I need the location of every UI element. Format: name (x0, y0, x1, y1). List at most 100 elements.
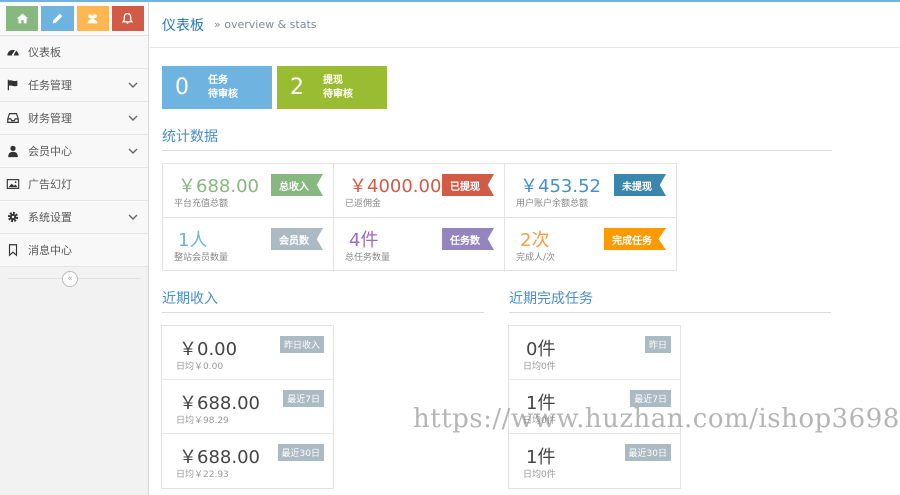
sidebar-collapse-bar: « (0, 267, 148, 291)
sidebar-item-slides[interactable]: 广告幻灯 (0, 168, 148, 201)
pending-tasks-tile[interactable]: 0 任务待审核 (162, 66, 272, 109)
sidebar: 仪表板 任务管理 财务管理 会员中心 广告幻灯 系统设置 消息中心 « (0, 2, 149, 495)
chevron-down-icon (128, 115, 138, 121)
row-badge: 昨日收入 (279, 336, 324, 353)
row-value: 0件 (526, 339, 556, 360)
stats-section-title: 统计数据 (162, 129, 218, 145)
sidebar-item-label: 任务管理 (28, 79, 72, 92)
shortcut-pencil-button[interactable] (41, 6, 74, 31)
list-item: ￥0.00 日均￥0.00 昨日收入 (162, 326, 333, 380)
row-value: ￥688.00 (179, 447, 260, 468)
stat-value: 4件 (349, 230, 379, 251)
shortcut-bell-button[interactable] (111, 6, 144, 31)
sidebar-item-label: 会员中心 (28, 145, 72, 158)
pending-withdraw-tile[interactable]: 2 提现待审核 (277, 66, 387, 109)
stat-ribbon: 总收入 (271, 174, 323, 196)
chevron-down-icon (128, 148, 138, 154)
watermark: https://www.huzhan.com/ishop36989 (413, 404, 900, 434)
row-badge: 最近7日 (283, 390, 324, 407)
row-badge: 最近30日 (277, 444, 324, 461)
users-icon (87, 14, 98, 24)
shortcut-users-button[interactable] (76, 6, 109, 31)
stat-total-income: ￥688.00 平台充值总额 总收入 (163, 164, 334, 218)
stat-not-withdrawn: ￥453.52 用户账户余额总额 未提现 (505, 164, 676, 218)
bell-icon (122, 13, 134, 25)
shortcut-home-button[interactable] (6, 6, 39, 31)
row-badge: 最近30日 (624, 444, 671, 461)
sidebar-collapse-button[interactable]: « (62, 271, 78, 287)
chevron-down-icon (128, 82, 138, 88)
sidebar-item-label: 财务管理 (28, 112, 72, 125)
sidebar-item-label: 系统设置 (28, 211, 72, 224)
list-item: 0件 日均0件 昨日 (509, 326, 680, 380)
tasks-section-rule (509, 312, 831, 313)
breadcrumb: 仪表板 » overview & stats (150, 2, 900, 48)
list-item: ￥688.00 日均￥98.29 最近7日 (162, 380, 333, 434)
sidebar-item-label: 仪表板 (28, 46, 61, 59)
inbox-icon (5, 110, 21, 126)
tile-label: 提现 待审核 (323, 74, 353, 102)
stat-value: ￥453.52 (520, 176, 601, 197)
home-icon (16, 13, 28, 24)
stat-value: 1人 (178, 230, 208, 251)
stat-caption: 完成人/次 (516, 253, 556, 263)
stat-ribbon: 任务数 (442, 228, 494, 250)
sidebar-item-label: 消息中心 (28, 244, 72, 257)
double-left-icon: « (67, 274, 73, 284)
stat-caption: 平台充值总额 (174, 199, 229, 209)
stat-ribbon: 未提现 (614, 174, 666, 196)
stat-value: ￥4000.00 (349, 176, 442, 197)
tile-label-line: 提现 (323, 74, 343, 86)
stat-completed: 2次 完成人/次 完成任务 (505, 218, 676, 272)
row-value: 1件 (526, 447, 556, 468)
row-caption: 日均￥98.29 (176, 416, 229, 426)
row-caption: 日均￥0.00 (176, 362, 224, 372)
dashboard-icon (5, 44, 21, 60)
sidebar-shortcuts (0, 2, 148, 36)
tile-label-line: 待审核 (323, 88, 353, 100)
sidebar-item-tasks[interactable]: 任务管理 (0, 69, 148, 102)
stat-value: ￥688.00 (178, 176, 259, 197)
sidebar-item-settings[interactable]: 系统设置 (0, 201, 148, 234)
tile-label-line: 任务 (208, 74, 228, 86)
tile-number: 2 (290, 75, 304, 100)
sidebar-item-label: 广告幻灯 (28, 178, 72, 191)
row-caption: 日均￥22.93 (176, 470, 229, 480)
chevron-down-icon (128, 214, 138, 220)
stat-members: 1人 整站会员数量 会员数 (163, 218, 334, 272)
bookmark-icon (5, 242, 21, 258)
sidebar-item-dashboard[interactable]: 仪表板 (0, 36, 148, 69)
row-value: ￥0.00 (179, 339, 238, 360)
flag-icon (5, 77, 21, 93)
row-caption: 日均0件 (523, 470, 556, 480)
tile-label: 任务 待审核 (208, 74, 238, 102)
picture-icon (5, 176, 21, 192)
stat-caption: 已返佣金 (345, 199, 382, 209)
row-value: ￥688.00 (179, 393, 260, 414)
sidebar-item-members[interactable]: 会员中心 (0, 135, 148, 168)
page-subtitle: » overview & stats (214, 18, 317, 31)
list-item: ￥688.00 日均￥22.93 最近30日 (162, 434, 333, 488)
stat-caption: 总任务数量 (345, 253, 391, 263)
stats-section-rule (162, 150, 832, 151)
gear-icon (5, 209, 21, 225)
stat-caption: 整站会员数量 (174, 253, 229, 263)
pencil-icon (52, 13, 63, 24)
stats-grid: ￥688.00 平台充值总额 总收入 ￥4000.00 已返佣金 已提现 ￥45… (162, 163, 677, 272)
page-subtitle-text: overview & stats (224, 18, 317, 31)
sidebar-item-finance[interactable]: 财务管理 (0, 102, 148, 135)
stat-caption: 用户账户余额总额 (516, 199, 589, 209)
page-title: 仪表板 (162, 17, 204, 34)
user-icon (5, 143, 21, 159)
income-list: ￥0.00 日均￥0.00 昨日收入 ￥688.00 日均￥98.29 最近7日… (161, 325, 334, 489)
list-item: 1件 日均0件 最近30日 (509, 434, 680, 488)
stat-ribbon: 已提现 (442, 174, 494, 196)
tile-number: 0 (175, 75, 189, 100)
row-caption: 日均0件 (523, 362, 556, 372)
tile-label-line: 待审核 (208, 88, 238, 100)
stat-tasks: 4件 总任务数量 任务数 (334, 218, 505, 272)
sidebar-item-messages[interactable]: 消息中心 (0, 234, 148, 267)
income-section-rule (162, 312, 484, 313)
stat-withdrawn: ￥4000.00 已返佣金 已提现 (334, 164, 505, 218)
stat-ribbon: 完成任务 (604, 228, 666, 250)
